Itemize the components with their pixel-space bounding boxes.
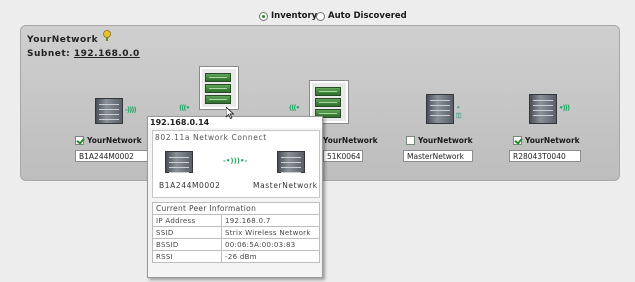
device-checkbox-row[interactable]: YourNetwork — [323, 136, 378, 145]
wireless-signal-icon: •⚿ — [456, 104, 461, 120]
left-node-label: B1A244M0002 — [159, 181, 221, 190]
device-label: YourNetwork — [87, 136, 142, 145]
subnet-value[interactable]: 192.168.0.0 — [74, 49, 140, 59]
wireless-signal-icon: •))) — [559, 104, 570, 112]
device-label: YourNetwork — [418, 136, 473, 145]
row-value: -26 dBm — [221, 250, 320, 263]
device-name-field[interactable]: B1A244M0002 — [75, 150, 151, 162]
table-row: RSSI -26 dBm — [152, 250, 320, 263]
table-row: BSSID 00:06:5A:00:03:83 — [152, 238, 320, 251]
row-key: IP Address — [152, 214, 222, 227]
device-checkbox-row[interactable]: YourNetwork — [406, 136, 473, 145]
mouse-cursor-icon — [226, 107, 234, 119]
radio-auto-discovered-indicator[interactable] — [316, 11, 325, 21]
wireless-signal-icon: -)))) — [125, 106, 137, 114]
connection-heading: 802.11a Network Connect — [155, 133, 267, 142]
server-icon — [529, 94, 557, 124]
row-value: 192.168.0.7 — [221, 214, 320, 227]
device-name-field[interactable]: R28043T0040 — [509, 150, 581, 162]
device-name-field[interactable]: 51K0064 — [323, 150, 363, 162]
peer-info-heading: Current Peer Information — [152, 202, 320, 215]
device-checkbox[interactable] — [406, 136, 415, 145]
server-icon — [95, 98, 123, 124]
radio-auto-discovered-label: Auto Discovered — [328, 11, 407, 21]
wireless-stack-icon[interactable] — [199, 66, 239, 110]
device-label: YourNetwork — [323, 136, 378, 145]
table-row: IP Address 192.168.0.7 — [152, 214, 320, 227]
row-key: RSSI — [152, 250, 222, 263]
radio-inventory-indicator[interactable] — [259, 11, 268, 21]
network-status-icon[interactable] — [102, 30, 112, 42]
server-icon — [426, 94, 454, 124]
device-checkbox-row[interactable]: YourNetwork — [75, 136, 142, 145]
wireless-signal-icon: (((• — [179, 104, 190, 112]
device-checkbox[interactable] — [75, 136, 84, 145]
radio-inventory[interactable]: Inventory — [259, 11, 317, 21]
radio-inventory-label: Inventory — [271, 11, 318, 21]
right-node-label: MasterNetwork — [253, 181, 318, 190]
server-icon — [277, 151, 305, 173]
device-info-popup: 192.168.0.14 802.11a Network Connect -•)… — [147, 116, 323, 278]
server-icon — [165, 151, 193, 173]
subnet-label: Subnet: — [27, 49, 71, 59]
radio-auto-discovered[interactable]: Auto Discovered — [316, 11, 407, 21]
device-name-field[interactable]: MasterNetwork — [403, 150, 473, 162]
row-key: BSSID — [152, 238, 222, 251]
table-row: SSID Strix Wireless Network — [152, 226, 320, 239]
device-label: YourNetwork — [525, 136, 580, 145]
connection-link-icon: -•)))•- — [223, 157, 248, 165]
popup-title: 192.168.0.14 — [148, 117, 322, 128]
device-checkbox-row[interactable]: YourNetwork — [513, 136, 580, 145]
row-value: 00:06:5A:00:03:83 — [221, 238, 320, 251]
network-title: YourNetwork — [27, 35, 99, 45]
peer-info-table: Current Peer Information IP Address 192.… — [152, 202, 320, 263]
connection-box: 802.11a Network Connect -•)))•- B1A244M0… — [152, 130, 320, 198]
view-toggle: Inventory Auto Discovered — [0, 8, 635, 22]
row-value: Strix Wireless Network — [221, 226, 320, 239]
row-key: SSID — [152, 226, 222, 239]
device-checkbox[interactable] — [513, 136, 522, 145]
wireless-signal-icon: (((• — [289, 104, 300, 112]
subnet-line: Subnet: 192.168.0.0 — [27, 49, 140, 59]
